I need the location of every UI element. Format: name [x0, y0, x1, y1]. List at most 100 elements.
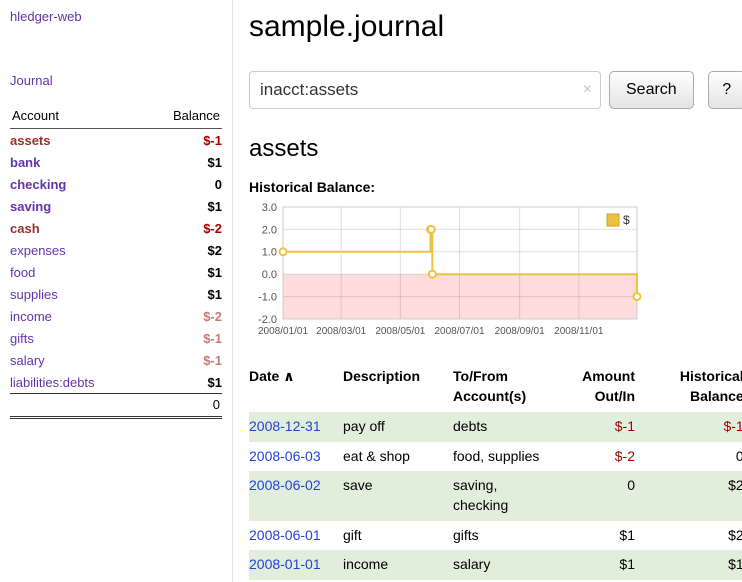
transaction-date-link[interactable]: 2008-06-03 — [249, 448, 321, 464]
transaction-date-cell: 2008-06-03 — [249, 442, 343, 472]
account-balance: $1 — [142, 195, 222, 217]
transaction-balance: $-1 — [643, 412, 742, 442]
sort-ascending-icon: ∧ — [283, 368, 294, 384]
register-table: Date ∧ Description To/From Account(s) Am… — [249, 363, 742, 580]
transaction-amount: $1 — [561, 550, 643, 580]
accounts-total-spacer — [10, 394, 142, 418]
register-header-description: Description — [343, 363, 453, 412]
register-row[interactable]: 2008-06-01giftgifts$1$2 — [249, 521, 742, 551]
clear-search-icon[interactable]: × — [583, 82, 592, 98]
register-row[interactable]: 2008-06-03 eat & shopfood, supplies$-20 — [249, 442, 742, 472]
account-link-income[interactable]: income — [10, 309, 52, 324]
account-link-food[interactable]: food — [10, 265, 35, 280]
x-tick-label: 2008/09/01 — [495, 326, 545, 337]
account-cell: expenses — [10, 239, 142, 261]
transaction-amount: $-1 — [561, 412, 643, 442]
account-cell: supplies — [10, 283, 142, 305]
hledger-web-app: hledger-web Journal Account Balance asse… — [0, 0, 742, 582]
transaction-description: income — [343, 550, 453, 580]
account-balance: $2 — [142, 239, 222, 261]
search-bar: × Search ? — [249, 71, 742, 109]
transaction-balance: $1 — [643, 550, 742, 580]
search-box: × — [249, 71, 601, 109]
register-header-date-label: Date — [249, 368, 279, 384]
page-title: sample.journal — [249, 10, 742, 44]
main-content: sample.journal × Search ? assets Histori… — [233, 0, 742, 582]
account-cell: cash — [10, 217, 142, 239]
transaction-date-link[interactable]: 2008-01-01 — [249, 556, 321, 572]
help-button[interactable]: ? — [708, 71, 742, 109]
historical-balance-chart: 3.02.01.00.0-1.0-2.02008/01/012008/03/01… — [249, 201, 649, 351]
transaction-accounts: food, supplies — [453, 442, 561, 472]
transaction-date-cell: 2008-06-02 — [249, 471, 343, 520]
account-cell: gifts — [10, 327, 142, 349]
account-link-expenses[interactable]: expenses — [10, 243, 66, 258]
transaction-amount: $-2 — [561, 442, 643, 472]
account-link-salary[interactable]: salary — [10, 353, 45, 368]
account-row: gifts $-1 — [10, 327, 222, 349]
transaction-description: eat & shop — [343, 442, 453, 472]
sidebar-item-journal[interactable]: Journal — [10, 73, 53, 88]
search-button[interactable]: Search — [609, 71, 694, 109]
legend-swatch-icon — [607, 214, 619, 226]
account-cell: salary — [10, 349, 142, 371]
account-link-bank[interactable]: bank — [10, 155, 40, 170]
register-row[interactable]: 2008-06-02savesaving, checking0$2 — [249, 471, 742, 520]
account-row: income $-2 — [10, 305, 222, 327]
account-link-cash[interactable]: cash — [10, 221, 40, 236]
transaction-date-cell: 2008-06-01 — [249, 521, 343, 551]
transaction-date-link[interactable]: 2008-06-02 — [249, 477, 321, 493]
account-row: bank $1 — [10, 151, 222, 173]
account-link-assets[interactable]: assets — [10, 133, 50, 148]
transaction-accounts: gifts — [453, 521, 561, 551]
account-link-gifts[interactable]: gifts — [10, 331, 34, 346]
account-link-saving[interactable]: saving — [10, 199, 51, 214]
transaction-date-link[interactable]: 2008-12-31 — [249, 418, 321, 434]
account-row: supplies $1 — [10, 283, 222, 305]
account-link-liabilities-debts[interactable]: liabilities:debts — [10, 375, 95, 390]
transaction-description: save — [343, 471, 453, 520]
account-row: saving $1 — [10, 195, 222, 217]
account-balance: $-1 — [142, 349, 222, 371]
account-balance: $-2 — [142, 305, 222, 327]
brand-link[interactable]: hledger-web — [10, 9, 82, 24]
accounts-total-balance: 0 — [142, 394, 222, 418]
accounts-header-row: Account Balance — [10, 106, 222, 129]
transaction-amount: 0 — [561, 471, 643, 520]
register-header-balance: Historical Balance — [643, 363, 742, 412]
accounts-total-row: 0 — [10, 394, 222, 418]
account-row: food$1 — [10, 261, 222, 283]
transaction-date-cell: 2008-12-31 — [249, 412, 343, 442]
transaction-description: pay off — [343, 412, 453, 442]
account-cell: assets — [10, 129, 142, 152]
search-input[interactable] — [249, 71, 601, 109]
transaction-balance: 0 — [643, 442, 742, 472]
accounts-table: Account Balance assets $-1 bank $1 checking 0… — [10, 106, 222, 419]
register-row[interactable]: 2008-12-31pay offdebts$-1$-1 — [249, 412, 742, 442]
x-tick-label: 2008/01/01 — [258, 326, 308, 337]
register-header-date[interactable]: Date ∧ — [249, 363, 343, 412]
account-row: salary $-1 — [10, 349, 222, 371]
account-balance: $1 — [142, 151, 222, 173]
transaction-date-link[interactable]: 2008-06-01 — [249, 527, 321, 543]
sidebar: hledger-web Journal Account Balance asse… — [0, 0, 233, 582]
account-row: expenses $2 — [10, 239, 222, 261]
register-row[interactable]: 2008-01-01incomesalary$1$1 — [249, 550, 742, 580]
account-balance: $-1 — [142, 327, 222, 349]
account-balance: $1 — [142, 283, 222, 305]
account-cell: checking — [10, 173, 142, 195]
register-header-account: To/From Account(s) — [453, 363, 561, 412]
y-tick-label: 3.0 — [262, 202, 277, 214]
chart-title: Historical Balance: — [249, 179, 742, 195]
transaction-description: gift — [343, 521, 453, 551]
register-header-row: Date ∧ Description To/From Account(s) Am… — [249, 363, 742, 412]
x-tick-label: 2008/11/01 — [554, 326, 604, 337]
x-tick-label: 2008/07/01 — [434, 326, 484, 337]
account-link-supplies[interactable]: supplies — [10, 287, 58, 302]
y-tick-label: 1.0 — [262, 247, 277, 259]
transaction-accounts: salary — [453, 550, 561, 580]
transaction-date-cell: 2008-01-01 — [249, 550, 343, 580]
account-link-checking[interactable]: checking — [10, 177, 66, 192]
account-heading: assets — [249, 135, 742, 163]
account-balance: $-2 — [142, 217, 222, 239]
